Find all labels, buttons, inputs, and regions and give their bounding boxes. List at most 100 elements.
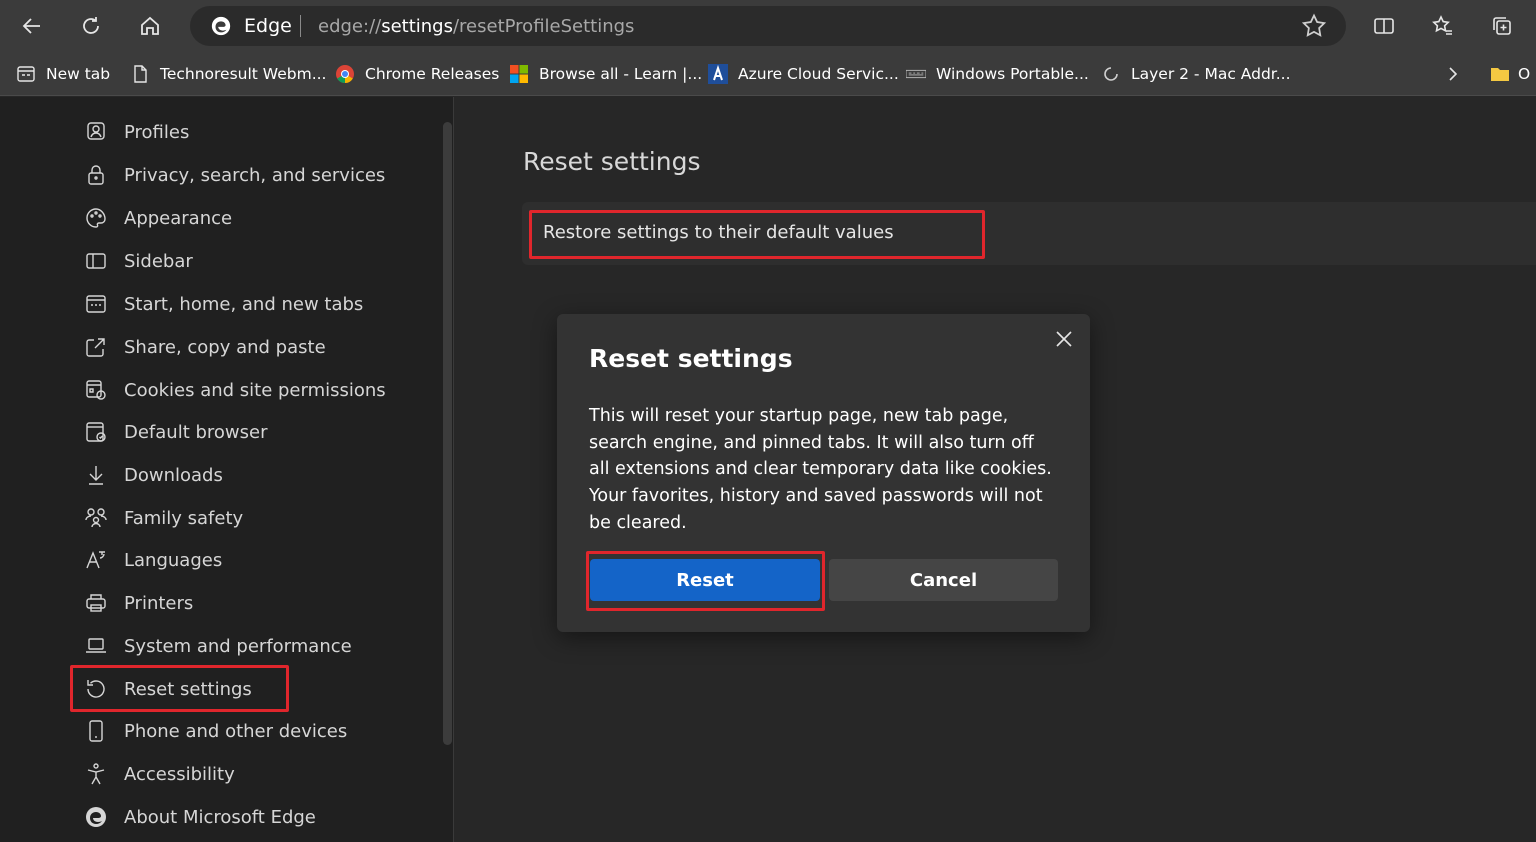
bookmark-browse-all[interactable]: Browse all - Learn |... [509,62,702,86]
browser-toolbar: Edge edge://settings/resetProfileSetting… [0,0,1536,52]
phone-icon [89,720,103,742]
sidebar-item-printers[interactable]: Printers [84,589,193,617]
lock-icon [88,165,104,185]
bookmark-label: Chrome Releases [365,65,500,83]
sidebar-item-label: Default browser [124,421,268,443]
sidebar-item-label: Share, copy and paste [124,336,326,358]
collections-button[interactable] [1484,8,1520,44]
sidebar-item-label: Appearance [124,207,233,229]
download-icon [89,466,103,485]
sidebar-item-about[interactable]: About Microsoft Edge [84,803,316,831]
url-host: settings [381,16,453,37]
chrome-icon [335,64,355,84]
browser-brand-label: Edge [244,15,292,37]
laptop-icon [86,638,106,653]
profile-icon [87,122,105,140]
sidebar-item-start-home[interactable]: Start, home, and new tabs [84,290,363,318]
sidebar-item-label: About Microsoft Edge [124,806,316,828]
sidebar-item-label: Printers [124,592,194,614]
bookmark-chrome-releases[interactable]: Chrome Releases [335,62,499,86]
sidebar-item-label: Profiles [124,121,190,143]
address-separator [300,15,301,37]
bookmark-new-tab[interactable]: New tab [16,62,110,86]
back-arrow-icon [22,18,40,34]
family-icon [85,508,107,528]
highlight-box-restore [529,210,985,259]
sidebar-scrollbar[interactable] [443,122,452,745]
favorites-icon [1432,15,1452,35]
refresh-button[interactable] [73,8,109,44]
address-bar[interactable]: Edge edge://settings/resetProfileSetting… [190,6,1346,46]
accessibility-icon [87,763,105,785]
sidebar-item-label: System and performance [124,635,352,657]
bookmark-technoresult[interactable]: Technoresult Webm... [130,62,326,86]
sidebar-item-phone[interactable]: Phone and other devices [84,717,347,745]
favorites-bar: New tab Technoresult Webm... Chrome Rele… [0,52,1536,96]
bookmark-layer2[interactable]: Layer 2 - Mac Addr... [1101,62,1291,86]
dialog-title: Reset settings [589,344,793,373]
sidebar-item-sidebar[interactable]: Sidebar [84,247,193,275]
highlight-box-sidebar-reset [70,665,289,712]
bookmark-label: New tab [46,65,111,83]
sidebar-item-appearance[interactable]: Appearance [84,204,232,232]
edge-icon [86,807,106,827]
favorite-star-icon[interactable] [1300,12,1328,40]
sidebar-item-label: Downloads [124,464,223,486]
dialog-body: This will reset your startup page, new t… [589,406,1052,533]
new-tab-icon [16,64,36,84]
palette-icon [86,208,106,228]
split-screen-icon [1374,18,1394,34]
url-path: /resetProfileSettings [452,16,635,37]
sidebar-item-label: Sidebar [124,250,193,272]
bookmarks-overflow-button[interactable] [1443,62,1463,86]
bookmark-label: Browse all - Learn |... [539,65,703,83]
cookie-permissions-icon [86,380,106,400]
sidebar-item-label: Start, home, and new tabs [124,293,364,315]
home-button[interactable] [132,8,168,44]
bookmark-windows-portable[interactable]: Windows Portable... [906,62,1089,86]
page-icon [130,64,150,84]
refresh-icon [83,17,99,34]
sidebar-icon [86,253,106,269]
collections-icon [1493,17,1511,35]
sidebar-item-accessibility[interactable]: Accessibility [84,760,235,788]
url-prefix: edge:// [318,16,382,37]
sidebar-item-family[interactable]: Family safety [84,504,243,532]
azure-icon [708,64,728,84]
site-icon [906,64,926,84]
bookmark-label: O [1518,65,1531,83]
loading-icon [1101,64,1121,84]
sidebar-item-default-browser[interactable]: Default browser [84,418,268,446]
sidebar-item-share[interactable]: Share, copy and paste [84,333,326,361]
close-icon [1056,331,1072,347]
favorites-button[interactable] [1425,8,1461,44]
sidebar-item-system[interactable]: System and performance [84,632,352,660]
dialog-close-button[interactable] [1050,325,1078,353]
bookmark-folder[interactable]: O [1490,62,1530,86]
url-text: edge://settings/resetProfileSettings [318,16,634,37]
cancel-button[interactable]: Cancel [829,559,1058,601]
page-title: Reset settings [523,147,701,176]
highlight-box-reset-button [586,551,825,611]
back-button[interactable] [14,8,50,44]
sidebar-item-label: Languages [124,549,223,571]
bookmark-label: Layer 2 - Mac Addr... [1131,65,1291,83]
bookmark-label: Technoresult Webm... [160,65,327,83]
sidebar-item-cookies[interactable]: Cookies and site permissions [84,376,386,404]
split-screen-button[interactable] [1366,8,1402,44]
bookmark-label: Azure Cloud Servic... [738,65,899,83]
microsoft-icon [509,64,529,84]
folder-icon [1490,64,1510,84]
bookmark-label: Windows Portable... [936,65,1089,83]
sidebar-item-languages[interactable]: Languages [84,546,222,574]
sidebar-item-label: Cookies and site permissions [124,379,386,401]
sidebar-item-label: Phone and other devices [124,720,348,742]
sidebar-item-privacy[interactable]: Privacy, search, and services [84,161,385,189]
bookmark-azure[interactable]: Azure Cloud Servic... [708,62,899,86]
sidebar-item-label: Privacy, search, and services [124,164,386,186]
sidebar-item-profiles[interactable]: Profiles [84,118,189,146]
default-browser-icon [86,422,106,442]
sidebar-item-downloads[interactable]: Downloads [84,461,223,489]
languages-icon [86,551,105,569]
home-tab-icon [86,295,106,313]
